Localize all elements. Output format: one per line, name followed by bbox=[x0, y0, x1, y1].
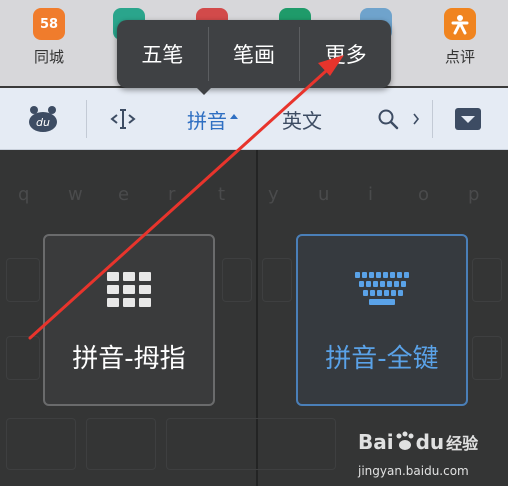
watermark-brand: Bai du 经验 bbox=[358, 430, 479, 454]
baidu-jingyan-watermark: Bai du 经验 jingyan.baidu.com bbox=[352, 430, 508, 486]
baidu-paw-icon bbox=[396, 431, 414, 450]
annotation-arrow-icon bbox=[28, 55, 344, 340]
watermark-url: jingyan.baidu.com bbox=[358, 464, 469, 478]
